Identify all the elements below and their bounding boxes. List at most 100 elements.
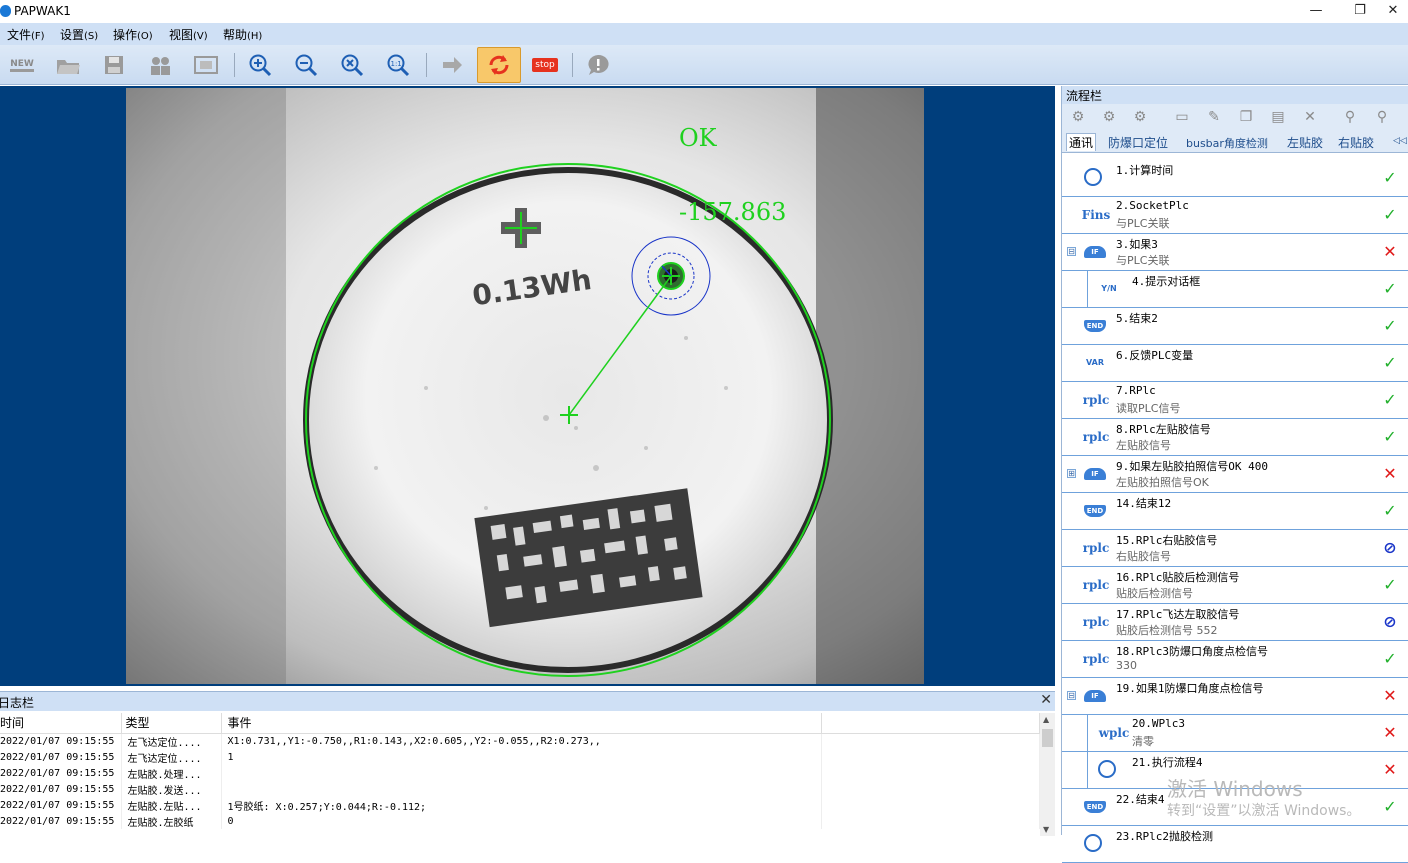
flow-step[interactable]: END 5.结束2 ✓ — [1062, 308, 1408, 345]
status-ok-icon: ✓ — [1383, 575, 1397, 594]
run-step-icon[interactable]: ▭ — [1172, 109, 1192, 127]
if-icon: IF — [1084, 468, 1106, 480]
col-time[interactable]: 时间 — [0, 713, 122, 734]
flow-step[interactable]: 23.RPlc2抛胶检测 — [1062, 826, 1408, 863]
zoom-in-button[interactable] — [244, 49, 276, 81]
end-icon: END — [1084, 320, 1106, 332]
tree-add-icon[interactable]: ⚙ — [1068, 109, 1088, 127]
log-type: 左贴胶.左贴... — [121, 797, 222, 813]
log-row[interactable]: 2022/01/07 09:15:55 左贴胶.左贴... 1号胶纸: X:0.25… — [0, 797, 1040, 813]
menu-help[interactable]: 帮助(H) — [223, 26, 262, 43]
rplc-icon: rplc — [1082, 652, 1110, 666]
flow-step[interactable]: rplc 16.RPlc贴胶后检测信号 贴胶后检测信号 ✓ — [1062, 567, 1408, 604]
tab-comm[interactable]: 通讯 — [1066, 133, 1097, 151]
menu-file[interactable]: 文件(F) — [7, 26, 45, 43]
flow-step[interactable]: VAR 6.反馈PLC变量 ✓ — [1062, 345, 1408, 382]
col-type[interactable]: 类型 — [121, 713, 222, 734]
flow-step[interactable]: rplc 8.RPlc左贴胶信号 左贴胶信号 ✓ — [1062, 419, 1408, 456]
zoom-out-button[interactable] — [290, 49, 322, 81]
step-description: 贴胶后检测信号 552 — [1116, 624, 1218, 637]
step-description: 清零 — [1132, 735, 1154, 748]
users-button[interactable] — [144, 49, 176, 81]
flow-step[interactable]: Y/N 4.提示对话框 ✓ — [1062, 271, 1408, 308]
tab-busbar-angle[interactable]: busbar角度检测 — [1186, 135, 1268, 151]
tree-child-icon[interactable]: ⚙ — [1130, 109, 1150, 127]
user-down-icon[interactable]: ⚲ — [1372, 109, 1392, 127]
user-up-icon[interactable]: ⚲ — [1340, 109, 1360, 127]
edit-icon[interactable]: ✎ — [1204, 109, 1224, 127]
close-button[interactable]: ✕ — [1370, 0, 1408, 22]
zoom-actual-button[interactable]: 1:1 — [382, 49, 414, 81]
help-button[interactable] — [582, 49, 614, 81]
log-panel: 日志栏 ✕ 时间 类型 事件 2022/01/07 09:15:55 左飞达定位.… — [0, 691, 1055, 836]
flow-step[interactable]: Fins 2.SocketPlc 与PLC关联 ✓ — [1062, 197, 1408, 234]
status-ok-icon: ✓ — [1383, 353, 1397, 372]
flow-step[interactable]: rplc 18.RPlc3防爆口角度点检信号 330 ✓ — [1062, 641, 1408, 678]
step-button[interactable] — [436, 49, 468, 81]
zoom-fit-button[interactable] — [336, 49, 368, 81]
log-time: 2022/01/07 09:15:55 — [0, 733, 122, 749]
menu-bar: 文件(F) 设置(S) 操作(O) 视图(V) 帮助(H) — [0, 23, 1408, 45]
step-name: 18.RPlc3防爆口角度点检信号 — [1116, 645, 1268, 658]
log-event: X1:0.731,,Y1:-0.750,,R1:0.143,,X2:0.605,… — [221, 733, 822, 749]
tree-expander-icon[interactable]: ⊟ — [1067, 691, 1076, 700]
step-name: 23.RPlc2抛胶检测 — [1116, 830, 1213, 843]
end-icon: END — [1084, 505, 1106, 517]
dialog-icon: Y/N — [1101, 284, 1117, 293]
flow-step[interactable]: ⊟ IF 3.如果3 与PLC关联 ✕ — [1062, 234, 1408, 271]
log-row[interactable]: 2022/01/07 09:15:55 左贴胶.处理... — [0, 765, 1040, 781]
log-row[interactable]: 2022/01/07 09:15:55 左飞达定位.... X1:0.731,,Y1… — [0, 733, 1040, 749]
menu-settings[interactable]: 设置(S) — [60, 26, 98, 43]
flow-step[interactable]: 1.计算时间 ✓ — [1062, 160, 1408, 197]
log-close-button[interactable]: ✕ — [1040, 692, 1052, 708]
flow-step[interactable]: rplc 17.RPlc飞达左取胶信号 贴胶后检测信号 552 ⊘ — [1062, 604, 1408, 641]
copy-icon[interactable]: ❐ — [1236, 109, 1256, 127]
save-button[interactable] — [98, 49, 130, 81]
flow-step[interactable]: ⊞ IF 9.如果左贴胶拍照信号OK 400 左贴胶拍照信号OK ✕ — [1062, 456, 1408, 493]
tree-insert-icon[interactable]: ⚙ — [1099, 109, 1119, 127]
rplc-icon: rplc — [1082, 615, 1110, 629]
paste-icon[interactable]: ▤ — [1268, 109, 1288, 127]
inspection-overlay: 0.13Wh — [126, 88, 924, 684]
menu-operation[interactable]: 操作(O) — [113, 26, 153, 43]
step-description: 与PLC关联 — [1116, 254, 1170, 267]
flow-step[interactable]: rplc 15.RPlc右贴胶信号 右贴胶信号 ⊘ — [1062, 530, 1408, 567]
flow-step[interactable]: END 14.结束12 ✓ — [1062, 493, 1408, 530]
step-name: 16.RPlc贴胶后检测信号 — [1116, 571, 1240, 584]
status-ok-icon: ✓ — [1383, 797, 1397, 816]
log-event: 1 — [221, 749, 822, 765]
flow-title: 流程栏 — [1062, 86, 1408, 104]
delete-icon[interactable]: ✕ — [1300, 109, 1320, 127]
tree-expander-icon[interactable]: ⊟ — [1067, 247, 1076, 256]
step-arrow-icon — [443, 57, 462, 73]
menu-view[interactable]: 视图(V) — [169, 26, 208, 43]
new-button[interactable]: NEW — [6, 49, 38, 81]
fit-window-button[interactable] — [190, 49, 222, 81]
status-skip-icon: ⊘ — [1383, 538, 1397, 557]
stop-button[interactable]: stop — [529, 49, 561, 81]
flow-panel: 流程栏 ⚙ ⚙ ⚙ ▭ ✎ ❐ ▤ ✕ ⚲ ⚲ 通讯 防爆口定位 busbar角… — [1061, 86, 1408, 863]
flow-step[interactable]: ⊟ IF 19.如果1防爆口角度点检信号 ✕ — [1062, 678, 1408, 715]
col-event[interactable]: 事件 — [221, 713, 822, 734]
status-fail-icon: ✕ — [1383, 464, 1397, 483]
status-ok-icon: ✓ — [1383, 390, 1397, 409]
log-scrollbar[interactable]: ▲ ▼ — [1040, 713, 1055, 836]
flow-step[interactable]: wplc 20.WPlc3 清零 ✕ — [1062, 715, 1408, 752]
open-button[interactable] — [52, 49, 84, 81]
tab-right-tape[interactable]: 右贴胶 — [1338, 134, 1374, 151]
log-row[interactable]: 2022/01/07 09:15:55 左贴胶.左胶纸 0 — [0, 813, 1040, 829]
loop-run-button[interactable] — [477, 47, 521, 83]
log-row[interactable]: 2022/01/07 09:15:55 左贴胶.发送... — [0, 781, 1040, 797]
tab-scroll-left[interactable]: ◁◁ — [1393, 136, 1407, 146]
minimize-button[interactable]: — — [1293, 0, 1339, 22]
camera-image[interactable]: 0.13Wh OK -157.863 — [126, 88, 924, 684]
tree-expander-icon[interactable]: ⊞ — [1067, 469, 1076, 478]
tab-left-tape[interactable]: 左贴胶 — [1287, 134, 1323, 151]
if-icon: IF — [1084, 246, 1106, 258]
result-text: OK — [679, 124, 717, 152]
step-description: 左贴胶信号 — [1116, 439, 1171, 452]
tab-vent-locate[interactable]: 防爆口定位 — [1108, 134, 1168, 151]
flow-step[interactable]: rplc 7.RPlc 读取PLC信号 ✓ — [1062, 382, 1408, 419]
log-row[interactable]: 2022/01/07 09:15:55 左飞达定位.... 1 — [0, 749, 1040, 765]
rplc-icon: rplc — [1082, 393, 1110, 407]
